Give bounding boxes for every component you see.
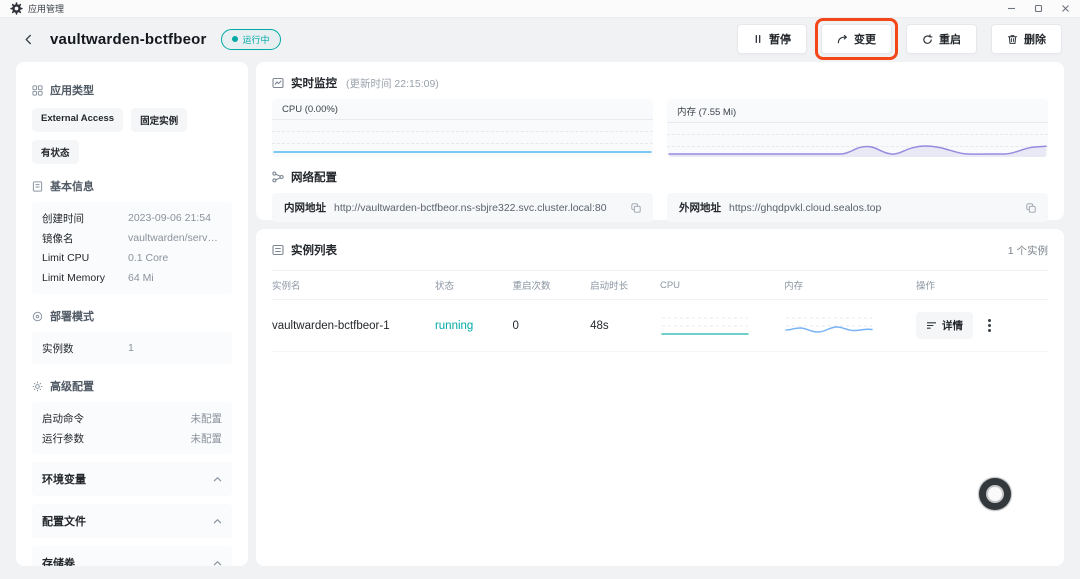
config-files-toggle[interactable]: 配置文件 bbox=[32, 504, 232, 538]
col-memory: 内存 bbox=[784, 278, 916, 292]
cpu-sparkline bbox=[272, 120, 653, 157]
section-app-type: 应用类型 bbox=[32, 82, 232, 98]
memory-chart-panel: 内存 (7.55 Mi) bbox=[667, 99, 1048, 157]
restart-button[interactable]: 重启 bbox=[906, 24, 977, 54]
section-deploy-mode: 部署模式 bbox=[32, 308, 232, 324]
chevron-up-icon bbox=[213, 559, 222, 567]
trash-icon bbox=[1007, 34, 1018, 45]
info-row: 创建时间 2023-09-06 21:54 bbox=[42, 208, 222, 228]
info-row: 启动命令 未配置 bbox=[42, 408, 222, 428]
app-info-sidebar: 应用类型 External Access 固定实例 有状态 基本信息 创建时间 … bbox=[16, 62, 248, 566]
info-row: Limit CPU 0.1 Core bbox=[42, 248, 222, 268]
col-uptime: 启动时长 bbox=[590, 278, 660, 292]
monitoring-updated-at: (更新时间 22:15:09) bbox=[346, 76, 439, 91]
status-label: 运行中 bbox=[243, 33, 270, 46]
chevron-up-icon bbox=[213, 517, 222, 526]
info-row: Limit Memory 64 Mi bbox=[42, 268, 222, 288]
instance-cpu-sparkline bbox=[660, 313, 784, 339]
info-row: 镜像名 vaultwarden/server:latest bbox=[42, 228, 222, 248]
change-arrow-icon bbox=[837, 34, 848, 45]
env-vars-toggle[interactable]: 环境变量 bbox=[32, 462, 232, 496]
basic-info-block: 创建时间 2023-09-06 21:54 镜像名 vaultwarden/se… bbox=[32, 202, 232, 294]
document-icon bbox=[32, 181, 43, 192]
app-logo-icon bbox=[10, 2, 23, 15]
change-button[interactable]: 变更 bbox=[821, 24, 892, 54]
instance-restarts: 0 bbox=[513, 320, 591, 332]
gear-icon bbox=[32, 381, 43, 392]
internal-address-row: 内网地址 http://vaultwarden-bctfbeor.ns-sbjr… bbox=[272, 193, 653, 222]
instance-memory-sparkline bbox=[784, 313, 916, 339]
back-button[interactable] bbox=[18, 29, 38, 49]
delete-button[interactable]: 删除 bbox=[991, 24, 1062, 54]
instance-count: 1 个实例 bbox=[1008, 243, 1048, 258]
deploy-mode-icon bbox=[32, 311, 43, 322]
instance-status: running bbox=[435, 320, 513, 332]
instance-name: vaultwarden-bctfbeor-1 bbox=[272, 320, 435, 332]
memory-sparkline bbox=[667, 123, 1048, 157]
storage-toggle[interactable]: 存储卷 bbox=[32, 546, 232, 566]
info-row: 实例数 1 bbox=[42, 338, 222, 358]
instances-table: 实例名 状态 重启次数 启动时长 CPU 内存 操作 vaultwarden-b… bbox=[272, 270, 1048, 352]
network-header: 网络配置 bbox=[272, 169, 1048, 185]
details-button[interactable]: 详情 bbox=[916, 312, 973, 339]
table-header: 实例名 状态 重启次数 启动时长 CPU 内存 操作 bbox=[272, 270, 1048, 300]
deploy-mode-block: 实例数 1 bbox=[32, 332, 232, 364]
close-icon[interactable] bbox=[1061, 4, 1070, 13]
copy-icon[interactable] bbox=[623, 203, 641, 213]
grid-icon bbox=[32, 85, 43, 96]
monitoring-card: 实时监控 (更新时间 22:15:09) CPU (0.00%) 内存 (7.5… bbox=[256, 62, 1064, 220]
external-address-value: https://ghqdpvkl.cloud.sealos.top bbox=[729, 202, 881, 214]
copy-icon[interactable] bbox=[1018, 203, 1036, 213]
cpu-chart-label: CPU (0.00%) bbox=[272, 99, 653, 120]
col-restarts: 重启次数 bbox=[513, 278, 591, 292]
app-type-tag: 有状态 bbox=[32, 140, 79, 164]
internal-address-label: 内网地址 bbox=[284, 200, 326, 215]
instances-card: 实例列表 1 个实例 实例名 状态 重启次数 启动时长 CPU 内存 操作 va… bbox=[256, 229, 1064, 566]
status-badge: 运行中 bbox=[221, 29, 281, 50]
window-titlebar: 应用管理 bbox=[0, 0, 1080, 18]
col-ops: 操作 bbox=[916, 278, 1048, 292]
network-icon bbox=[272, 171, 284, 183]
monitoring-header: 实时监控 (更新时间 22:15:09) bbox=[272, 75, 1048, 91]
section-basic-info: 基本信息 bbox=[32, 178, 232, 194]
list-icon bbox=[272, 244, 284, 256]
page-header: vaultwarden-bctfbeor 运行中 暂停 变更 重启 bbox=[0, 18, 1080, 60]
col-status: 状态 bbox=[435, 278, 513, 292]
chart-icon bbox=[272, 77, 284, 89]
external-address-label: 外网地址 bbox=[679, 200, 721, 215]
col-cpu: CPU bbox=[660, 280, 784, 291]
status-dot-icon bbox=[232, 36, 238, 42]
section-advanced-config: 高级配置 bbox=[32, 378, 232, 394]
instance-uptime: 48s bbox=[590, 320, 660, 332]
page-title: vaultwarden-bctfbeor bbox=[50, 31, 207, 48]
maximize-icon[interactable] bbox=[1034, 4, 1043, 13]
more-actions-button[interactable] bbox=[985, 316, 994, 335]
app-title: 应用管理 bbox=[28, 2, 64, 15]
advanced-config-block: 启动命令 未配置 运行参数 未配置 bbox=[32, 402, 232, 454]
restart-icon bbox=[922, 34, 933, 45]
pause-icon bbox=[753, 34, 763, 44]
details-icon bbox=[926, 321, 937, 330]
minimize-icon[interactable] bbox=[1007, 4, 1016, 13]
pause-button[interactable]: 暂停 bbox=[737, 24, 807, 54]
app-type-tag: 固定实例 bbox=[131, 108, 187, 132]
table-row: vaultwarden-bctfbeor-1 running 0 48s bbox=[272, 300, 1048, 352]
memory-chart-label: 内存 (7.55 Mi) bbox=[667, 99, 1048, 123]
app-type-tag: External Access bbox=[32, 108, 123, 132]
chevron-up-icon bbox=[213, 475, 222, 484]
info-row: 运行参数 未配置 bbox=[42, 428, 222, 448]
external-address-row: 外网地址 https://ghqdpvkl.cloud.sealos.top bbox=[667, 193, 1048, 222]
instances-header: 实例列表 1 个实例 bbox=[272, 242, 1048, 258]
cpu-chart-panel: CPU (0.00%) bbox=[272, 99, 653, 157]
internal-address-value: http://vaultwarden-bctfbeor.ns-sbjre322.… bbox=[334, 202, 607, 214]
col-name: 实例名 bbox=[272, 278, 435, 292]
